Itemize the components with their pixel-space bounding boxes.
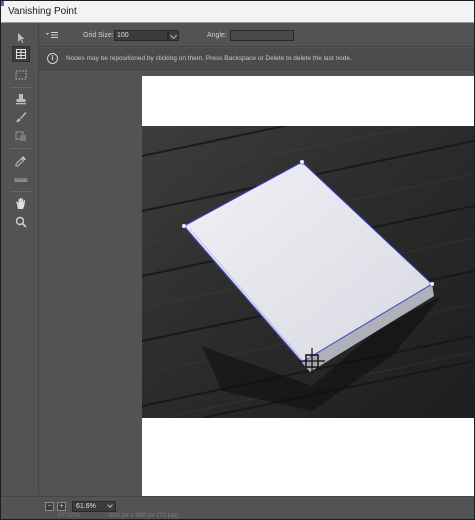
eyedropper-tool[interactable] <box>12 153 30 169</box>
preview-canvas[interactable] <box>39 71 474 500</box>
tools-panel <box>1 23 39 495</box>
zoom-tool[interactable] <box>12 214 30 230</box>
measure-tool[interactable] <box>12 172 30 188</box>
window-edge-mark <box>1 1 4 6</box>
transform-tool[interactable] <box>12 128 30 144</box>
title-bar[interactable]: Vanishing Point <box>1 1 474 23</box>
magnifier-icon <box>15 216 27 228</box>
zoom-level-value: 61.6% <box>76 503 96 510</box>
grid-size-input[interactable]: 100 <box>114 30 168 41</box>
grid-size-label: Grid Size: <box>83 32 114 39</box>
ruler-icon <box>14 178 28 182</box>
wood-table-book-image <box>142 126 474 418</box>
create-plane-tool[interactable] <box>12 46 30 62</box>
angle-input[interactable] <box>230 30 294 41</box>
background-zoom-readout: 67.02% <box>58 512 81 519</box>
document-preview[interactable] <box>142 76 474 500</box>
tool-separator <box>10 148 32 149</box>
angle-label: Angle: <box>207 32 227 39</box>
arrow-pointer-icon <box>18 33 25 43</box>
chevron-down-icon <box>107 502 113 508</box>
plane-menu-icon[interactable] <box>45 31 59 39</box>
info-bar: i Nodes may be repositioned by clicking … <box>39 48 474 70</box>
book-photo <box>142 126 474 418</box>
stamp-tool[interactable] <box>12 91 30 107</box>
vanishing-point-dialog: Vanishing Point Grid Size: 100 Angle: i … <box>0 0 475 520</box>
dotted-rect-icon <box>15 70 27 80</box>
zoom-level-select[interactable]: 61.6% <box>72 501 116 512</box>
info-icon: i <box>47 53 58 64</box>
transform-icon <box>15 131 26 141</box>
hand-tool[interactable] <box>12 195 30 211</box>
tool-separator <box>10 191 32 192</box>
zoom-out-button[interactable]: − <box>45 502 54 511</box>
zoom-in-button[interactable]: + <box>57 502 66 511</box>
marquee-tool[interactable] <box>12 67 30 83</box>
brush-icon <box>16 112 27 122</box>
tool-separator <box>10 87 32 88</box>
grid-plane-icon <box>16 49 26 59</box>
grid-size-dropdown[interactable] <box>168 30 179 41</box>
edit-plane-tool[interactable] <box>12 30 30 46</box>
background-doc-info: 908 px x 960 px (72 ppi) <box>109 512 179 519</box>
hand-icon <box>16 197 25 209</box>
options-bar: Grid Size: 100 Angle: <box>1 23 474 47</box>
brush-tool[interactable] <box>12 109 30 125</box>
status-bar: − + 61.6% 67.02% 908 px x 960 px (72 ppi… <box>1 496 474 519</box>
window-title: Vanishing Point <box>8 6 77 17</box>
eyedropper-icon <box>15 156 26 167</box>
stamp-icon <box>16 94 26 105</box>
info-message: Nodes may be repositioned by clicking on… <box>66 55 352 62</box>
